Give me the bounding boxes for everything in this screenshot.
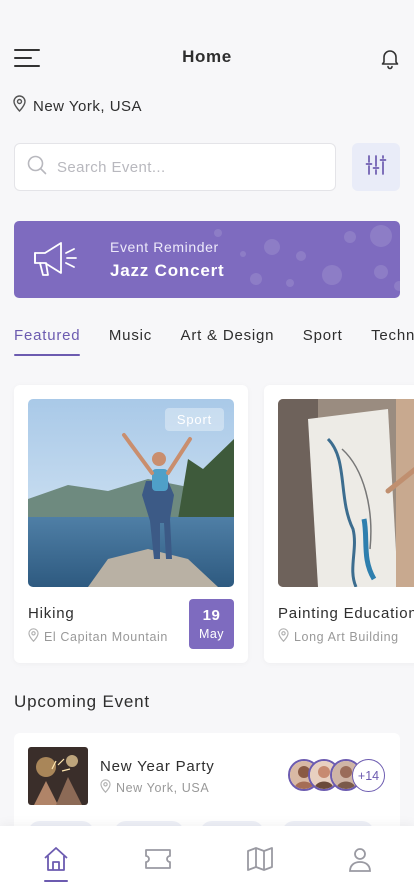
- category-badge: Sport: [164, 408, 224, 431]
- sliders-icon: [365, 154, 387, 181]
- event-image: Sport: [28, 399, 234, 587]
- search-bar: [14, 143, 336, 191]
- nav-map[interactable]: [245, 846, 275, 876]
- nav-tickets[interactable]: [143, 846, 173, 876]
- event-title: New Year Party: [100, 758, 215, 775]
- category-tabs: Featured Music Art & Design Sport Techno…: [14, 327, 414, 357]
- event-card-hiking[interactable]: Sport Hiking El Capitan Mountain 19 May: [14, 385, 248, 663]
- location-pin-icon: [13, 95, 26, 117]
- location-label: New York, USA: [33, 97, 143, 115]
- ticket-icon: [144, 845, 172, 878]
- current-location[interactable]: New York, USA: [13, 95, 142, 117]
- page-title: Home: [182, 47, 232, 66]
- date-day: 19: [202, 607, 221, 624]
- search-input[interactable]: [57, 158, 297, 176]
- event-card-painting[interactable]: Painting Education Long Art Building: [264, 385, 414, 663]
- bottom-navigation: [0, 826, 414, 896]
- bell-icon[interactable]: [378, 46, 402, 70]
- event-title: Hiking: [28, 605, 75, 622]
- event-location: Long Art Building: [278, 628, 399, 645]
- event-reminder-banner[interactable]: Event Reminder Jazz Concert: [14, 221, 400, 298]
- location-pin-icon: [100, 779, 111, 796]
- home-icon: [42, 845, 70, 878]
- filter-button[interactable]: [352, 143, 400, 191]
- profile-icon: [346, 845, 374, 878]
- map-icon: [246, 845, 274, 878]
- event-location-label: El Capitan Mountain: [44, 629, 168, 644]
- tab-art-design[interactable]: Art & Design: [181, 327, 275, 352]
- tab-featured[interactable]: Featured: [14, 327, 81, 356]
- reminder-event-name: Jazz Concert: [110, 261, 225, 280]
- more-attendees-count: +14: [352, 759, 385, 792]
- event-title: Painting Education: [278, 605, 414, 622]
- event-location-label: New York, USA: [116, 780, 210, 795]
- tab-music[interactable]: Music: [109, 327, 152, 352]
- event-location: El Capitan Mountain: [28, 628, 168, 645]
- tab-technology[interactable]: Technology: [371, 327, 414, 352]
- upcoming-section-title: Upcoming Event: [14, 692, 150, 711]
- date-badge: 19 May: [189, 599, 234, 649]
- nav-home[interactable]: [41, 845, 71, 882]
- search-icon: [27, 155, 47, 180]
- location-pin-icon: [278, 628, 289, 645]
- event-image: [278, 399, 414, 587]
- location-pin-icon: [28, 628, 39, 645]
- tab-sport[interactable]: Sport: [303, 327, 343, 352]
- event-location: New York, USA: [100, 779, 209, 796]
- event-location-label: Long Art Building: [294, 629, 399, 644]
- event-thumbnail: [28, 747, 88, 805]
- home-screen: Home New York, USA Search Event... Event…: [0, 0, 414, 896]
- nav-profile[interactable]: [345, 846, 375, 876]
- date-month: May: [198, 627, 225, 641]
- reminder-label: Event Reminder: [110, 239, 219, 255]
- megaphone-icon: [32, 241, 80, 284]
